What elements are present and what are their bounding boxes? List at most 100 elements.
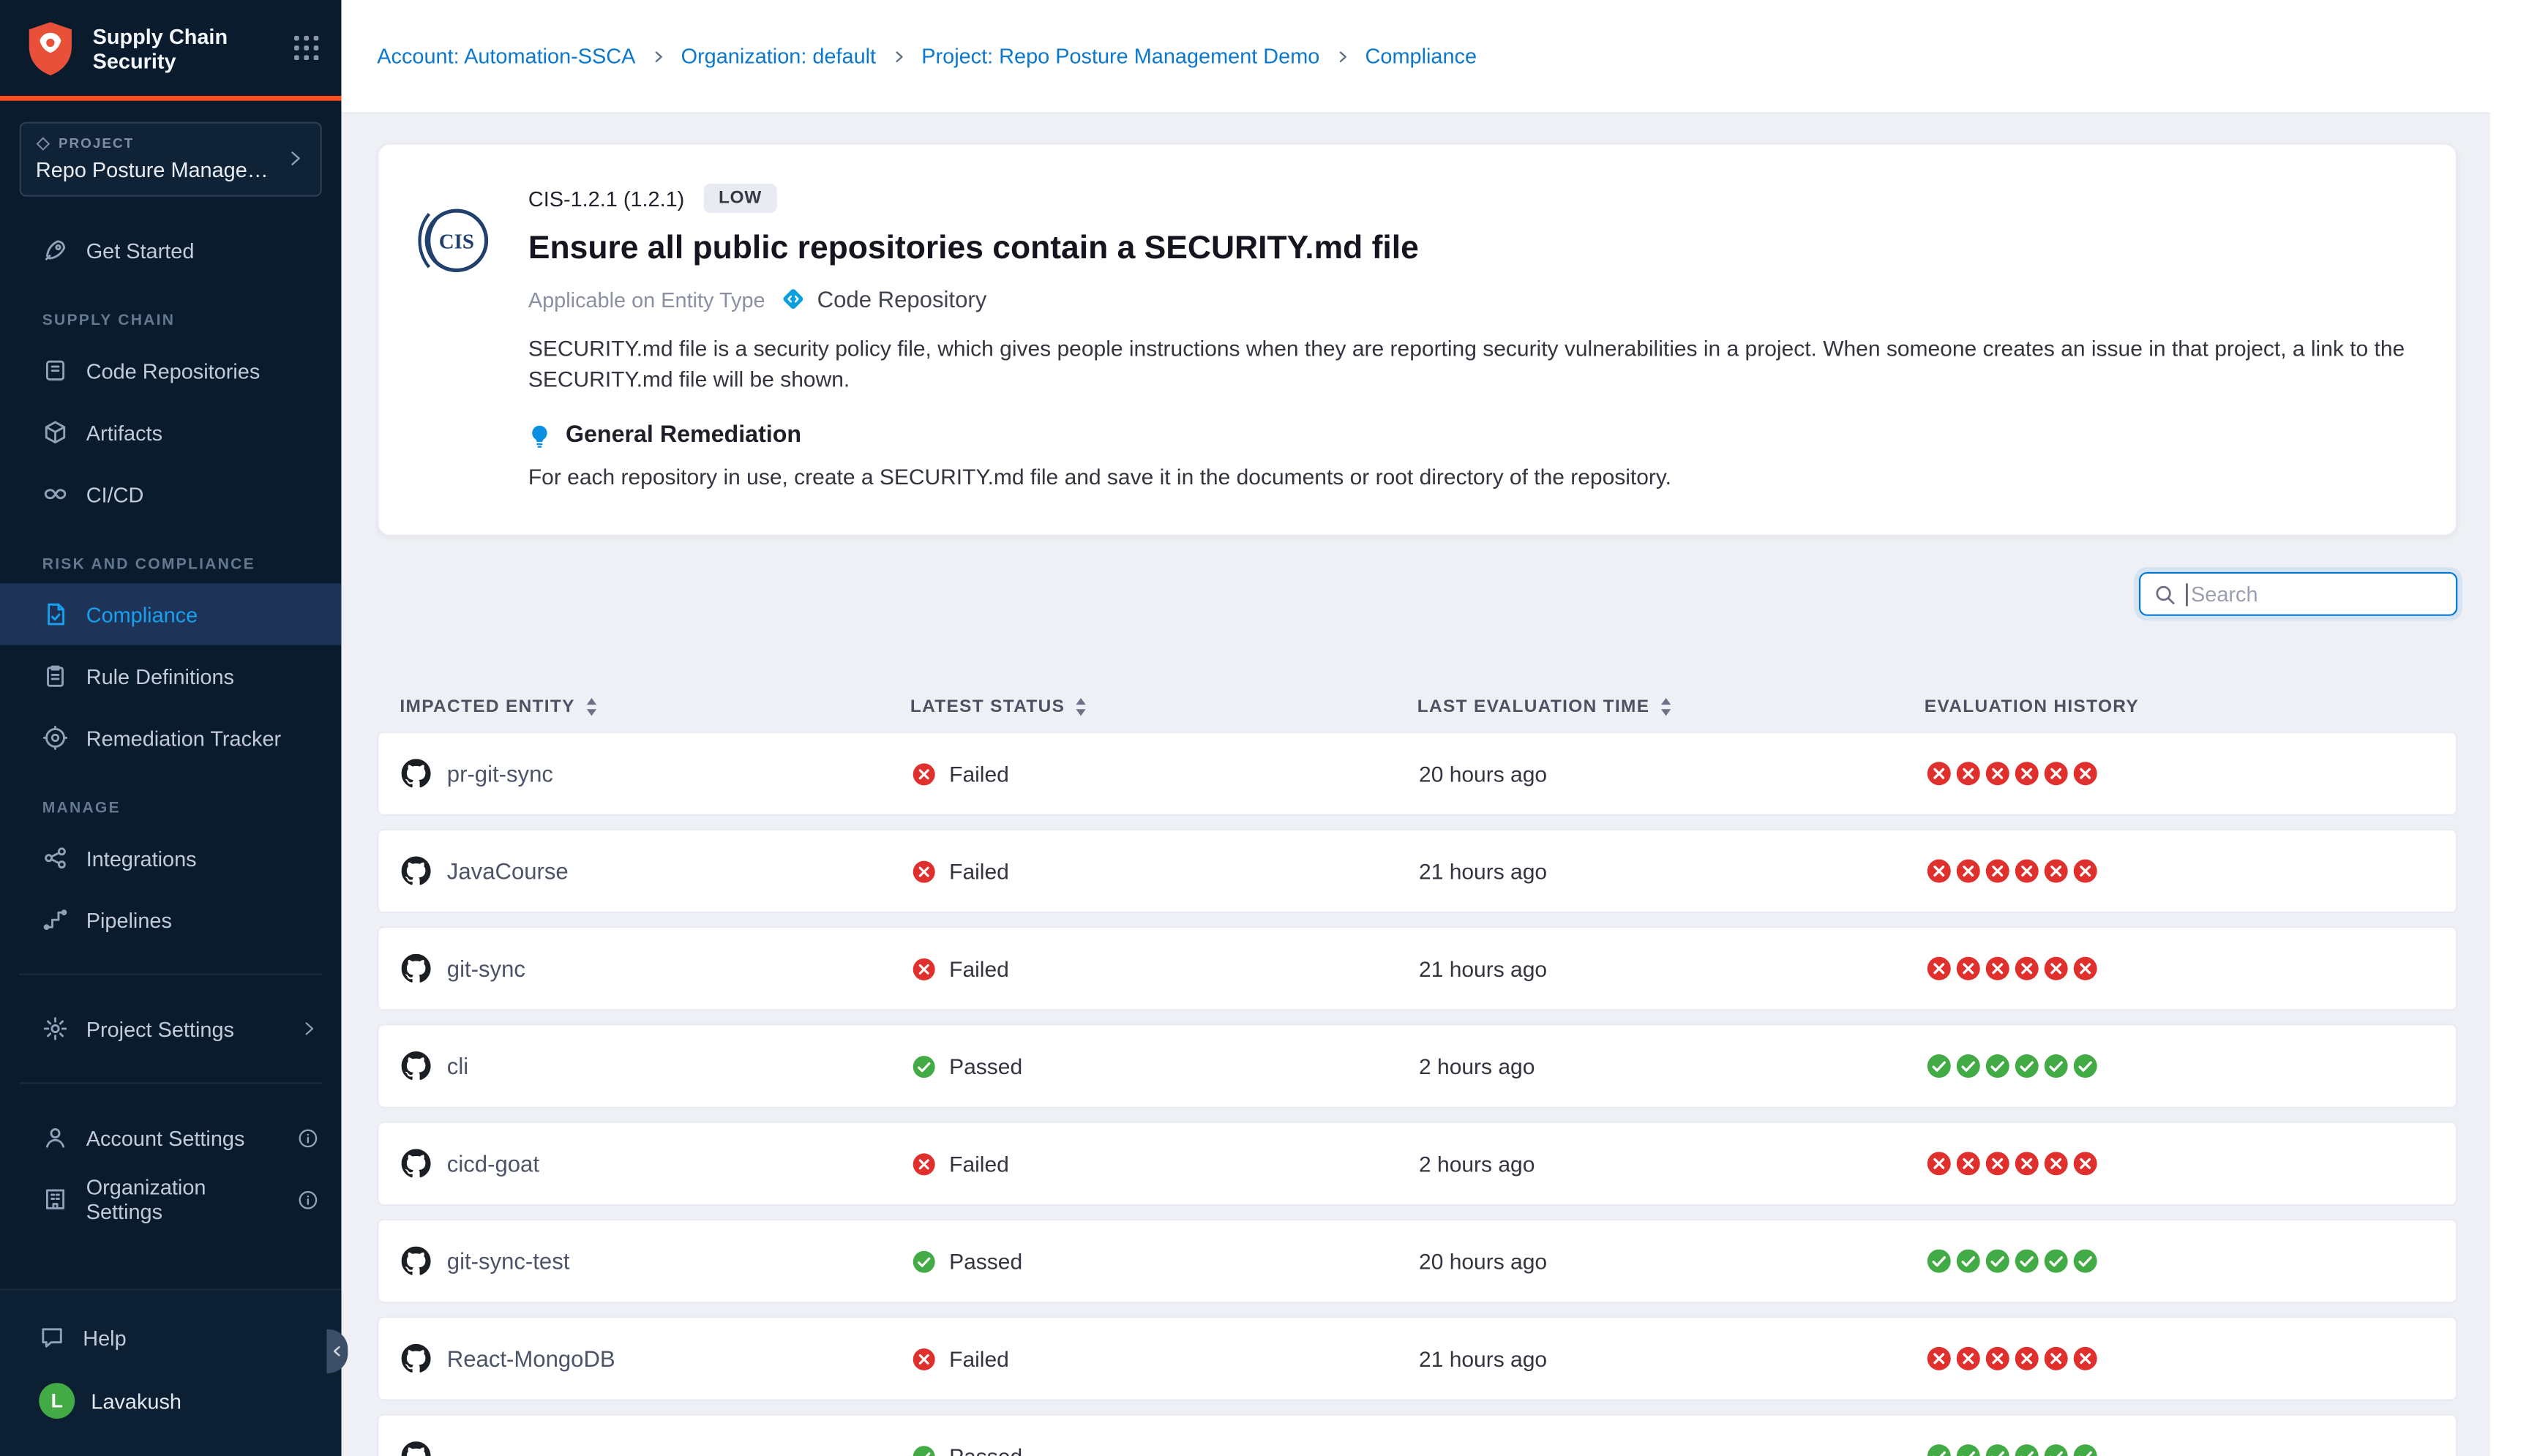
entity-name[interactable]: pr-git-sync [447,760,553,787]
column-header-evaluation-history: EVALUATION HISTORY [1925,697,2458,717]
sidebar-footer: Help L Lavakush [0,1288,341,1456]
module-grid-icon[interactable] [294,36,318,60]
evaluation-history[interactable] [1926,1346,2456,1372]
sidebar-item-project-settings[interactable]: Project Settings [0,998,341,1059]
search-box[interactable] [2139,572,2457,616]
sidebar-item-rule-definitions[interactable]: Rule Definitions [0,645,341,707]
table-row[interactable]: cicd-goat Failed 2 hours ago [377,1122,2457,1206]
compliance-doc-icon [42,601,69,628]
status-label: Failed [949,1346,1009,1370]
sidebar-item-pipelines[interactable]: Pipelines [0,889,341,950]
entity-type-chip: Code Repository [780,286,987,312]
evaluation-time: 2 hours ago [1419,1152,1926,1176]
sidebar-item-get-started[interactable]: Get Started [0,219,341,281]
remediation-heading: General Remediation [566,422,801,449]
entity-name[interactable]: React-MongoDB [447,1346,615,1372]
table-row[interactable]: cli Passed 2 hours ago [377,1024,2457,1108]
sidebar-item-code-repositories[interactable]: Code Repositories [0,339,341,401]
column-header-impacted-entity[interactable]: IMPACTED ENTITY [400,697,910,717]
table-row[interactable]: pr-git-sync Failed 20 hours ago [377,731,2457,815]
info-icon[interactable] [297,1189,318,1210]
infinity-icon [42,481,69,507]
app-root: Supply Chain Security PROJECT Repo Postu… [0,0,2529,1456]
evaluation-time: 20 hours ago [1419,1249,1926,1273]
sidebar-item-label: Account Settings [86,1125,280,1149]
entity-name[interactable]: cli [447,1053,468,1079]
entity-name[interactable]: JavaCourse [447,858,569,885]
evaluation-history[interactable] [1926,956,2456,982]
entity-name[interactable]: git-sync-test [447,1248,570,1275]
scrollbar-gutter[interactable] [2490,0,2529,1456]
user-name: Lavakush [91,1389,181,1413]
table-row[interactable]: JavaCourse Failed 21 hours ago [377,829,2457,913]
sidebar-item-label: Code Repositories [86,359,319,383]
column-header-latest-status[interactable]: LATEST STATUS [910,697,1417,717]
evaluation-history[interactable] [1926,1053,2456,1079]
sidebar-item-compliance[interactable]: Compliance [0,583,341,645]
sort-icon[interactable] [1660,697,1673,717]
sidebar-item-label: Project Settings [86,1016,282,1040]
column-header-last-evaluation-time[interactable]: LAST EVALUATION TIME [1417,697,1925,717]
project-icon [36,135,50,150]
evaluation-history[interactable] [1926,1151,2456,1177]
sidebar-section-risk-compliance: RISK AND COMPLIANCE [0,554,341,577]
status-icon [912,1444,936,1456]
sidebar-item-account-settings[interactable]: Account Settings [0,1107,341,1168]
search-input[interactable] [2191,582,2443,606]
breadcrumb-project[interactable]: Project: Repo Posture Management Demo [921,44,1319,68]
status-icon [912,1054,936,1078]
results-table: pr-git-sync Failed 20 hours ago JavaCour… [377,731,2457,1456]
sort-icon[interactable] [585,697,598,717]
sidebar-item-remediation-tracker[interactable]: Remediation Tracker [0,707,341,768]
remediation-text: For each repository in use, create a SEC… [528,465,2408,489]
sort-icon[interactable] [1075,697,1088,717]
chat-bubble-icon [39,1324,65,1351]
sidebar-item-label: Get Started [86,238,319,262]
table-row[interactable]: React-MongoDB Failed 21 hours ago [377,1316,2457,1400]
breadcrumb-organization[interactable]: Organization: default [681,44,876,68]
status-label: Passed [949,1444,1022,1456]
gear-icon [42,1016,69,1042]
rule-description: SECURITY.md file is a security policy fi… [528,333,2408,394]
sidebar-item-help[interactable]: Help [0,1307,341,1368]
table-header: IMPACTED ENTITY LATEST STATUS LAST EVALU… [377,697,2457,717]
sidebar-item-integrations[interactable]: Integrations [0,828,341,889]
status-icon [912,859,936,883]
evaluation-history[interactable] [1926,1248,2456,1275]
sidebar-item-artifacts[interactable]: Artifacts [0,402,341,463]
github-icon [402,1149,431,1178]
shield-logo-icon [23,19,78,78]
evaluation-history[interactable] [1926,1443,2456,1456]
sidebar-item-label: Compliance [86,602,319,626]
breadcrumb-account[interactable]: Account: Automation-SSCA [377,44,635,68]
breadcrumb-compliance[interactable]: Compliance [1365,44,1477,68]
github-icon [402,1441,431,1456]
evaluation-history[interactable] [1926,760,2456,787]
status-label: Failed [949,1152,1009,1176]
sidebar-item-label: Remediation Tracker [86,726,319,750]
entity-name[interactable]: git-sync [447,956,525,982]
github-icon [402,954,431,983]
project-selector[interactable]: PROJECT Repo Posture Manage… [20,122,322,197]
table-row[interactable]: git-sync-test Passed 20 hours ago [377,1219,2457,1303]
evaluation-history[interactable] [1926,858,2456,885]
clipboard-icon [42,663,69,689]
status-label: Failed [949,859,1009,883]
info-icon[interactable] [297,1127,318,1148]
sidebar-item-cicd[interactable]: CI/CD [0,463,341,525]
repo-icon [42,358,69,384]
user-menu[interactable]: L Lavakush [0,1368,341,1433]
sidebar-item-label: Artifacts [86,420,319,444]
severity-badge: LOW [704,184,776,213]
table-row[interactable]: git-sync Failed 21 hours ago [377,926,2457,1010]
status-icon [912,1346,936,1370]
table-row[interactable]: Passed [377,1414,2457,1456]
integrations-nodes-icon [42,845,69,871]
sidebar-item-organization-settings[interactable]: Organization Settings [0,1168,341,1230]
breadcrumb-bar: Account: Automation-SSCA Organization: d… [341,0,2489,113]
github-icon [402,759,431,788]
status-label: Failed [949,956,1009,980]
status-label: Passed [949,1054,1022,1078]
entity-name[interactable]: cicd-goat [447,1151,539,1177]
github-icon [402,1051,431,1081]
